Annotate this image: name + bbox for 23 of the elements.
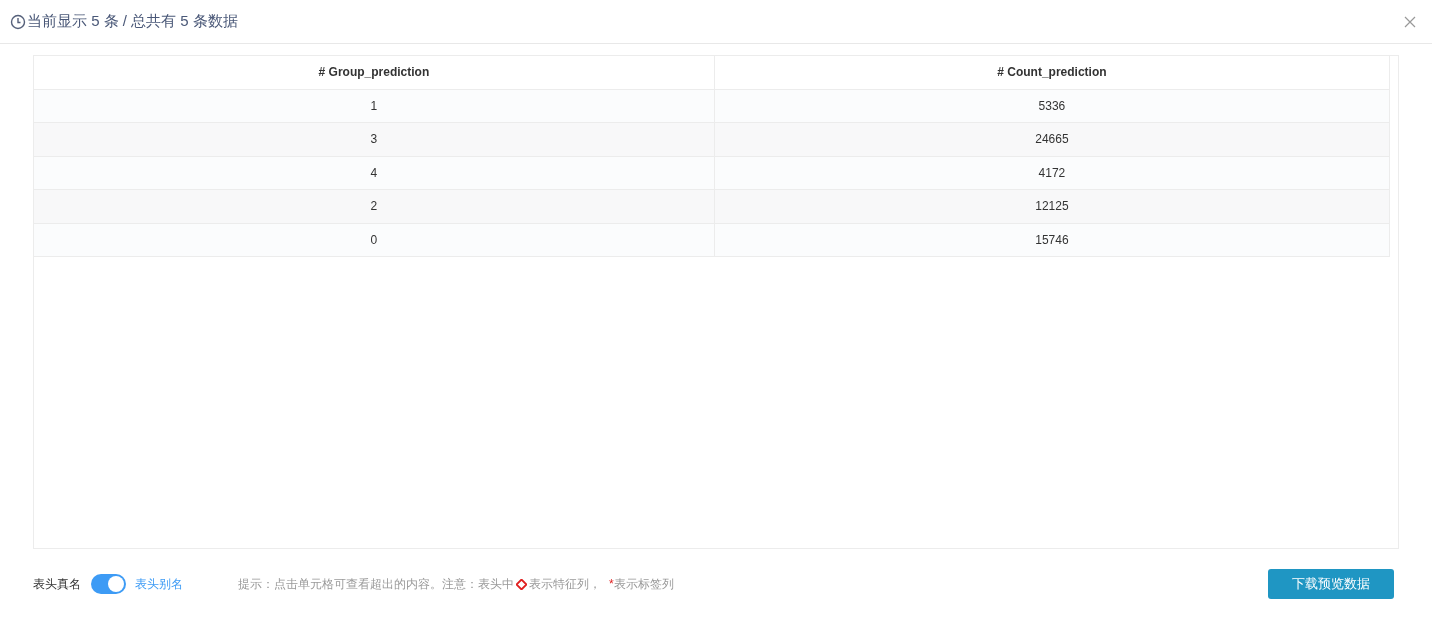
- label-mark: *: [609, 576, 614, 593]
- table-cell[interactable]: 24665: [714, 122, 1390, 156]
- table-cell[interactable]: 4: [34, 156, 715, 190]
- column-header: # Count_prediction: [714, 56, 1390, 89]
- table-cell[interactable]: 1: [34, 89, 715, 123]
- table-cell[interactable]: 0: [34, 223, 715, 257]
- table-cell[interactable]: 2: [34, 189, 715, 223]
- toggle-switch[interactable]: [91, 574, 126, 594]
- clock-icon: [10, 13, 26, 30]
- toggle-label: 表头真名: [33, 576, 81, 593]
- feature-icon: [516, 578, 527, 590]
- table-cell[interactable]: 12125: [714, 189, 1390, 223]
- column-header: # Group_prediction: [34, 56, 715, 89]
- hint-text: 表示特征列，: [529, 576, 601, 593]
- dialog-title: 当前显示 5 条 / 总共有 5 条数据: [27, 11, 238, 32]
- close-icon[interactable]: [1404, 15, 1416, 28]
- toggle-label: 表头别名: [135, 576, 183, 593]
- table-cell[interactable]: 5336: [714, 89, 1390, 123]
- table-cell[interactable]: 4172: [714, 156, 1390, 190]
- hint-text: 提示：点击单元格可查看超出的内容。注意：表头中: [238, 576, 514, 593]
- table-cell[interactable]: 15746: [714, 223, 1390, 257]
- hint-text: 表示标签列: [613, 576, 674, 593]
- table-cell[interactable]: 3: [34, 122, 715, 156]
